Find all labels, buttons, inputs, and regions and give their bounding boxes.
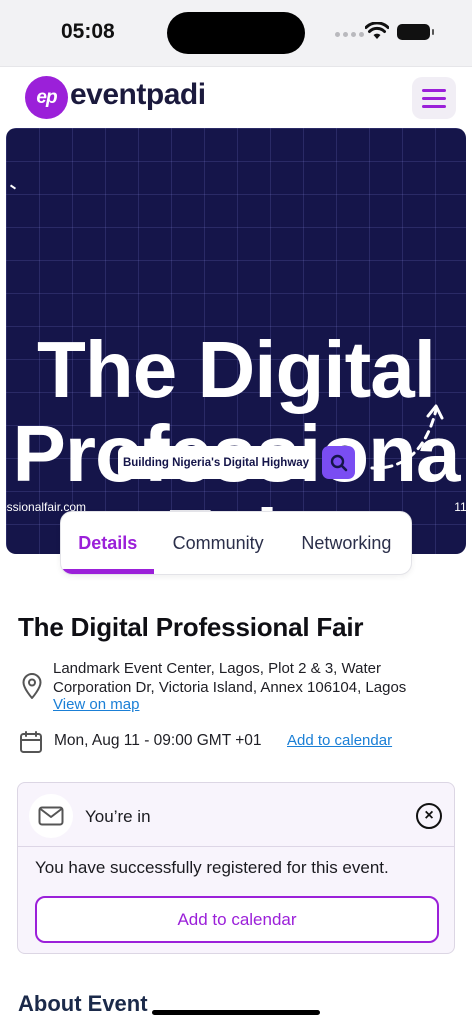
close-button[interactable]: × [416, 803, 442, 829]
banner-date: 11t [454, 500, 466, 514]
mail-icon [38, 806, 64, 826]
tab-details[interactable]: Details [61, 512, 155, 574]
event-location: Landmark Event Center, Lagos, Plot 2 & 3… [53, 660, 407, 696]
menu-icon [422, 88, 446, 92]
registration-card: You’re in × You have successfully regist… [17, 782, 455, 954]
tab-community[interactable]: Community [154, 512, 281, 574]
status-bar: 05:08 [0, 0, 472, 66]
event-datetime: Mon, Aug 11 - 09:00 GMT +01 [54, 732, 262, 749]
app-header: ep eventpadi [0, 66, 472, 128]
logo-mark-text: ep [36, 86, 57, 108]
banner-tagline-pill: Building Nigeria's Digital Highway [118, 446, 314, 479]
location-pin-icon [22, 673, 42, 699]
logo-mark[interactable]: ep [25, 76, 68, 119]
add-to-calendar-link[interactable]: Add to calendar [287, 732, 392, 749]
status-time: 05:08 [61, 20, 115, 43]
tab-networking[interactable]: Networking [282, 512, 411, 574]
curved-arrow-icon [370, 404, 444, 470]
registration-card-header: You’re in × [18, 783, 454, 847]
event-tabs: Details Community Networking [60, 511, 412, 575]
registration-message: You have successfully registered for thi… [35, 858, 389, 877]
cellular-signal-icon [335, 32, 364, 37]
registration-title: You’re in [85, 807, 151, 826]
view-on-map-link[interactable]: View on map [53, 696, 139, 713]
wifi-icon [365, 22, 389, 39]
battery-icon [397, 24, 434, 40]
event-title: The Digital Professional Fair [18, 612, 364, 642]
close-icon: × [424, 807, 434, 824]
search-icon [330, 454, 347, 471]
decorative-tick [9, 184, 17, 190]
dynamic-island [167, 12, 305, 54]
banner-search-icon [322, 446, 355, 479]
hamburger-menu-button[interactable] [412, 77, 456, 119]
about-event-heading: About Event [18, 991, 148, 1016]
logo-text[interactable]: eventpadi [70, 78, 206, 112]
event-banner: The Digital Professiona Fair Building Ni… [6, 128, 466, 554]
home-indicator[interactable] [152, 1010, 320, 1015]
add-to-calendar-button[interactable]: Add to calendar [35, 896, 439, 943]
mail-icon-badge [29, 794, 73, 838]
calendar-icon [20, 731, 42, 753]
